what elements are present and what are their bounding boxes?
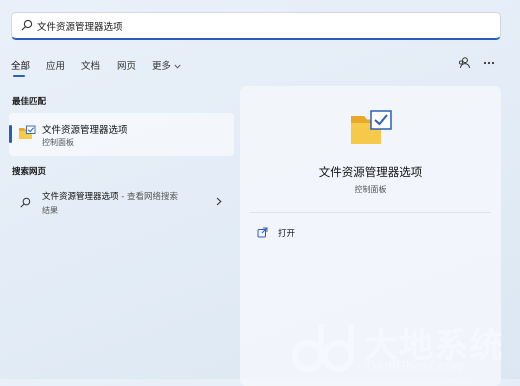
watermark-en: DadiGhost.com [366, 360, 466, 375]
search-icon [20, 197, 31, 208]
search-icon [21, 19, 33, 31]
tab-documents[interactable]: 文档 [81, 58, 100, 72]
watermark-logo [292, 324, 354, 372]
tab-all[interactable]: 全部 [11, 58, 30, 72]
account-switch-icon[interactable] [457, 56, 471, 70]
tab-more[interactable]: 更多 [152, 58, 181, 72]
selection-indicator [9, 125, 12, 143]
web-search-heading: 搜索网页 [12, 167, 47, 177]
tab-apps[interactable]: 应用 [46, 58, 65, 72]
detail-subtitle: 控制面板 [354, 185, 387, 194]
search-box[interactable] [11, 12, 501, 40]
chevron-right-icon[interactable] [216, 197, 222, 206]
folder-check-icon [351, 110, 392, 144]
best-match-heading: 最佳匹配 [12, 97, 47, 107]
tab-web[interactable]: 网页 [117, 58, 136, 72]
open-label: 打开 [278, 229, 296, 239]
best-match-item[interactable]: 文件资源管理器选项 控制面板 [9, 113, 234, 156]
open-external-icon [257, 227, 268, 238]
web-search-query: 文件资源管理器选项 - 查看网络搜索 [42, 190, 178, 202]
detail-title: 文件资源管理器选项 [318, 165, 423, 179]
web-search-line2: 结果 [42, 206, 58, 215]
search-input[interactable] [37, 16, 477, 36]
chevron-down-icon [174, 64, 181, 69]
best-match-subtitle: 控制面板 [42, 138, 74, 147]
divider [250, 212, 491, 213]
web-query-text: 文件资源管理器选项 [42, 192, 119, 202]
watermark: 大地系统 DadiGhost.com [292, 318, 520, 379]
more-icon[interactable] [483, 61, 495, 65]
tab-all-underline [13, 75, 25, 77]
best-match-title: 文件资源管理器选项 [42, 125, 128, 136]
web-query-suffix: - 查看网络搜索 [118, 192, 178, 202]
folder-check-icon [19, 125, 36, 139]
tab-more-label: 更多 [152, 61, 172, 72]
web-search-item[interactable]: 文件资源管理器选项 - 查看网络搜索 结果 [9, 185, 234, 219]
